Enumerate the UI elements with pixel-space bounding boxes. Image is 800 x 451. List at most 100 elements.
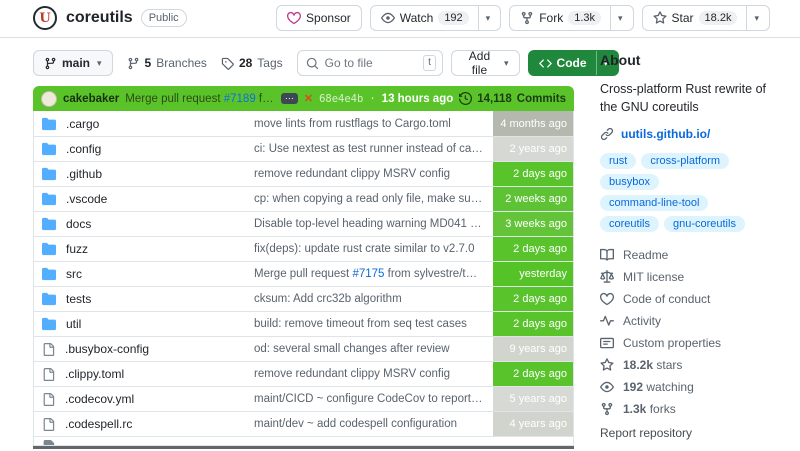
table-row[interactable]: .config ci: Use nextest as test runner i…	[34, 136, 573, 161]
fork-button[interactable]: Fork 1.3k ▾	[509, 5, 634, 31]
table-row[interactable]: .clippy.toml remove redundant clippy MSR…	[34, 361, 573, 386]
commit-date[interactable]: 2 days ago	[493, 162, 573, 186]
commit-message[interactable]: Merge pull request #7175 from sylvestre/…	[254, 268, 493, 280]
commit-date[interactable]: 2 years ago	[493, 137, 573, 161]
commit-message[interactable]: cksum: Add crc32b algorithm	[254, 293, 493, 305]
file-name[interactable]: docs	[66, 217, 91, 231]
commit-message[interactable]: Disable top-level heading warning MD041 …	[254, 218, 493, 230]
commit-date[interactable]: 4 months ago	[493, 111, 573, 136]
file-icon	[42, 440, 55, 445]
pr-link[interactable]: #7189	[224, 93, 256, 105]
commit-time[interactable]: 13 hours ago	[382, 93, 454, 105]
commit-date[interactable]: 2 days ago	[493, 237, 573, 261]
topic-tag[interactable]: gnu-coreutils	[663, 216, 745, 233]
pr-link[interactable]: #7175	[352, 268, 384, 280]
branch-selector[interactable]: main ▾	[33, 50, 113, 76]
go-to-file-box[interactable]: t	[296, 50, 443, 76]
add-file-button[interactable]: Add file ▾	[450, 49, 520, 77]
table-row[interactable]: .vscode cp: when copying a read only fil…	[34, 186, 573, 211]
topic-tag[interactable]: coreutils	[600, 216, 659, 233]
file-name[interactable]: .clippy.toml	[65, 367, 124, 381]
status-failed-icon[interactable]: ✕	[304, 92, 313, 105]
file-name[interactable]: .vscode	[66, 192, 107, 206]
table-row[interactable]: .codespell.rc maint/dev ~ add codespell …	[34, 411, 573, 436]
table-row[interactable]: .github remove redundant clippy MSRV con…	[34, 161, 573, 186]
table-row[interactable]: docs Disable top-level heading warning M…	[34, 211, 573, 236]
table-row[interactable]: tests cksum: Add crc32b algorithm 2 days…	[34, 286, 573, 311]
star-button[interactable]: Star 18.2k ▾	[641, 5, 770, 31]
file-name[interactable]: .cargo	[66, 117, 99, 131]
org-avatar[interactable]: U	[33, 6, 57, 30]
table-row[interactable]: util build: remove timeout from seq test…	[34, 311, 573, 336]
table-row[interactable]: fuzz fix(deps): update rust crate simila…	[34, 236, 573, 261]
file-name[interactable]: src	[66, 267, 82, 281]
custom-properties-link[interactable]: Custom properties	[600, 332, 770, 354]
code-of-conduct-link[interactable]: Code of conduct	[600, 288, 770, 310]
readme-link[interactable]: Readme	[600, 244, 770, 266]
table-row[interactable]: .codecov.yml maint/CICD ~ configure Code…	[34, 386, 573, 411]
commit-message[interactable]: fix(deps): update rust crate similar to …	[254, 243, 493, 255]
repo-title[interactable]: coreutils	[66, 9, 133, 27]
commit-message[interactable]: maint/dev ~ add codespell configuration	[254, 418, 493, 430]
commit-date[interactable]: 2 days ago	[493, 312, 573, 336]
report-repository-link[interactable]: Report repository	[600, 426, 770, 440]
file-name[interactable]: .config	[66, 142, 101, 156]
commit-message[interactable]: move lints from rustflags to Cargo.toml	[254, 118, 493, 130]
commit-date[interactable]: 5 years ago	[493, 387, 573, 411]
go-to-file-input[interactable]	[324, 56, 418, 70]
chevron-down-icon[interactable]: ▾	[477, 6, 490, 30]
commit-message[interactable]: ci: Use nextest as test runner instead o…	[254, 143, 493, 155]
watching-link[interactable]: 192 watching	[600, 376, 770, 398]
website-link[interactable]: uutils.github.io/	[600, 127, 770, 141]
commit-author[interactable]: cakebaker	[63, 93, 119, 105]
watch-button[interactable]: Watch 192 ▾	[369, 5, 502, 31]
file-name[interactable]: .busybox-config	[65, 342, 149, 356]
chevron-down-icon[interactable]: ▾	[746, 6, 759, 30]
chevron-down-icon[interactable]: ▾	[610, 6, 623, 30]
avatar[interactable]	[41, 90, 57, 107]
commit-date[interactable]: 2 days ago	[493, 287, 573, 311]
fork-icon	[520, 11, 534, 25]
website-url[interactable]: uutils.github.io/	[621, 127, 710, 141]
commit-date[interactable]: 9 years ago	[493, 337, 573, 361]
forks-link[interactable]: 1.3k forks	[600, 398, 770, 420]
commit-sha[interactable]: 68e4e4b	[319, 93, 363, 105]
commit-date[interactable]: 3 weeks ago	[493, 212, 573, 236]
topic-tag[interactable]: busybox	[600, 174, 659, 191]
commit-message[interactable]: remove redundant clippy MSRV config	[254, 168, 493, 180]
file-table: .cargo move lints from rustflags to Carg…	[33, 111, 574, 446]
tags-link[interactable]: 28 Tags	[221, 56, 283, 70]
topic-tag[interactable]: rust	[600, 153, 637, 170]
commit-ellipsis-icon[interactable]: ⋯	[280, 93, 298, 104]
file-name[interactable]: util	[66, 317, 81, 331]
branches-link[interactable]: 5 Branches	[127, 56, 207, 70]
sponsor-button[interactable]: Sponsor	[276, 5, 362, 31]
table-row[interactable]: src Merge pull request #7175 from sylves…	[34, 261, 573, 286]
file-name[interactable]: .github	[66, 167, 102, 181]
commit-date[interactable]: 4 years ago	[493, 412, 573, 436]
file-name[interactable]: .codecov.yml	[65, 392, 134, 406]
commit-date[interactable]: 2 days ago	[493, 362, 573, 386]
license-link[interactable]: MIT license	[600, 266, 770, 288]
commit-message[interactable]: cp: when copying a read only file, make …	[254, 193, 493, 205]
commit-date[interactable]: 2 weeks ago	[493, 187, 573, 211]
file-name[interactable]: tests	[66, 292, 91, 306]
screenshot-edge	[33, 446, 574, 449]
commit-message[interactable]: maint/CICD ~ configure CodeCov to report…	[254, 393, 493, 405]
commit-message[interactable]: build: remove timeout from seq test case…	[254, 318, 493, 330]
table-row-partial[interactable]	[34, 436, 573, 445]
commit-message[interactable]: Merge pull request #7189 from uutils/ren…	[125, 93, 275, 105]
stars-link[interactable]: 18.2k stars	[600, 354, 770, 376]
commit-message[interactable]: remove redundant clippy MSRV config	[254, 368, 493, 380]
topic-tag[interactable]: cross-platform	[641, 153, 730, 170]
activity-link[interactable]: Activity	[600, 310, 770, 332]
table-row[interactable]: .busybox-config od: several small change…	[34, 336, 573, 361]
commit-date[interactable]: yesterday	[493, 262, 573, 286]
file-name[interactable]: .codespell.rc	[65, 417, 132, 431]
commit-message[interactable]: od: several small changes after review	[254, 343, 493, 355]
commit-separator: ·	[369, 92, 376, 105]
topic-tag[interactable]: command-line-tool	[600, 195, 709, 212]
table-row[interactable]: .cargo move lints from rustflags to Carg…	[34, 111, 573, 136]
commit-history-link[interactable]: 14,118 Commits	[459, 92, 566, 105]
file-name[interactable]: fuzz	[66, 242, 88, 256]
